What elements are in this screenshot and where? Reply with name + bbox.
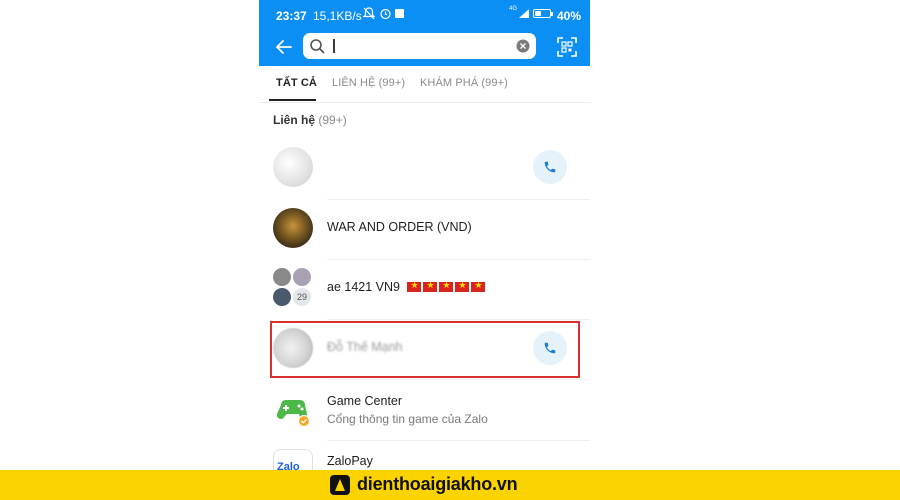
qr-scan-icon[interactable]: [556, 36, 578, 58]
search-input[interactable]: [303, 33, 536, 59]
clear-search-icon[interactable]: [516, 39, 530, 58]
notification-icon: [395, 9, 404, 18]
text-cursor: [333, 39, 335, 53]
vietnam-flag-icon: [455, 280, 470, 292]
status-time: 23:37: [276, 9, 307, 23]
game-controller-icon: [273, 389, 313, 429]
vietnam-flags: [405, 280, 486, 294]
search-header: [259, 30, 590, 66]
contact-row[interactable]: [259, 139, 590, 199]
tab-bar: TẤT CẢ LIÊN HỆ (99+) KHÁM PHÁ (99+): [259, 66, 590, 103]
zalopay-logo: Zalo: [273, 449, 313, 470]
contact-row[interactable]: Game Center Cổng thông tin game của Zalo: [259, 381, 590, 441]
section-title: Liên hệ: [273, 113, 316, 127]
tab-contacts[interactable]: LIÊN HỆ (99+): [332, 77, 405, 89]
avatar: [273, 208, 313, 248]
signal-icon: [518, 8, 530, 22]
contact-name: ae 1421 VN9: [327, 280, 486, 294]
status-speed: 15,1KB/s: [313, 9, 362, 23]
contact-subtitle: Cổng thông tin game của Zalo: [327, 412, 488, 426]
alarm-icon: [379, 7, 392, 23]
battery-percent: 40%: [557, 9, 582, 23]
status-bar: 23:37 15,1KB/s 4G 40%: [259, 0, 590, 30]
battery-icon: [533, 9, 551, 18]
vietnam-flag-icon: [423, 280, 438, 292]
active-tab-indicator: [269, 99, 316, 101]
contact-name: Game Center: [327, 394, 403, 408]
avatar: [273, 147, 313, 187]
contact-row[interactable]: Zalo ZaloPay: [259, 441, 590, 470]
contact-row[interactable]: 29 ae 1421 VN9: [259, 260, 590, 320]
highlight-box: [270, 321, 580, 378]
phone-icon: [544, 161, 556, 173]
group-member-count: 29: [293, 288, 311, 306]
tab-all[interactable]: TẤT CẢ: [276, 77, 317, 89]
vietnam-flag-icon: [471, 280, 486, 292]
mute-icon: [362, 7, 376, 23]
site-logo-icon: [330, 475, 350, 495]
section-header: Liên hệ (99+): [273, 113, 347, 127]
section-count: (99+): [318, 113, 347, 127]
vietnam-flag-icon: [439, 280, 454, 292]
back-arrow-icon[interactable]: [273, 36, 295, 58]
search-icon: [309, 38, 325, 59]
call-button[interactable]: [533, 150, 567, 184]
tab-explore[interactable]: KHÁM PHÁ (99+): [420, 77, 508, 89]
network-type: 4G: [509, 6, 518, 12]
contact-name: ZaloPay: [327, 454, 373, 468]
footer-banner: dienthoaigiakho.vn: [0, 470, 900, 500]
vietnam-flag-icon: [407, 280, 422, 292]
contact-name: WAR AND ORDER (VND): [327, 220, 472, 234]
group-avatar: 29: [273, 268, 313, 308]
site-name: dienthoaigiakho.vn: [357, 474, 518, 494]
phone-screen: 23:37 15,1KB/s 4G 40% TẤT CẢ LIÊN HỆ (99…: [259, 0, 590, 470]
zalopay-logo-text: Zalo: [277, 461, 300, 470]
contact-row[interactable]: WAR AND ORDER (VND): [259, 200, 590, 260]
